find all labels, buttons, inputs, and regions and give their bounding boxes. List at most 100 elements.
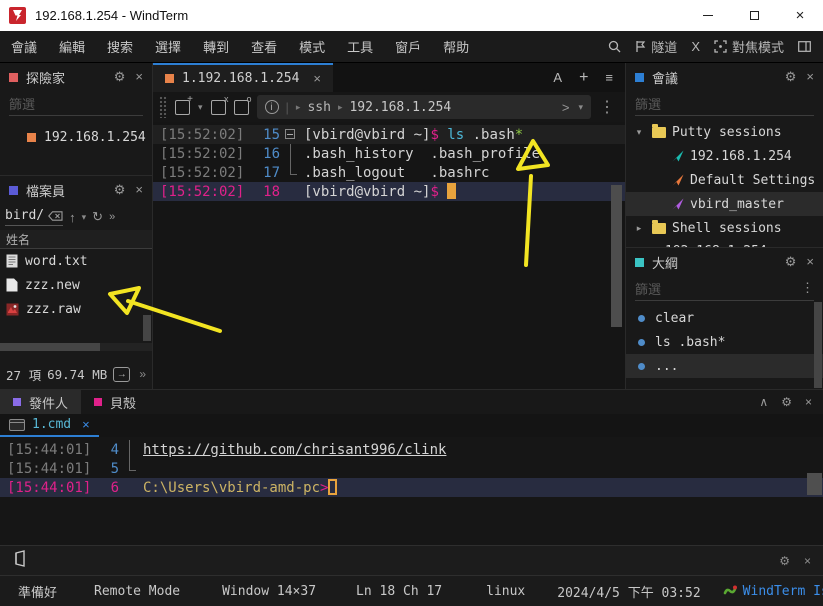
explorer-close-icon[interactable]: ×: [135, 69, 143, 85]
sessions-title: 會議: [652, 68, 678, 87]
tree-item-clipped[interactable]: 192.168.1.254: [626, 240, 823, 248]
filer-settings-icon[interactable]: ⚙: [114, 182, 126, 198]
menu-sessions[interactable]: 會議: [0, 37, 48, 56]
host-label[interactable]: 192.168.1.254: [349, 100, 451, 115]
up-directory-icon[interactable]: ↑: [69, 210, 76, 225]
reopen-session-icon[interactable]: [234, 100, 249, 115]
outline-item-selected[interactable]: ...: [626, 354, 823, 378]
filer-overflow-icon[interactable]: »: [109, 211, 115, 223]
sessions-settings-icon[interactable]: ⚙: [785, 69, 797, 85]
fold-collapse-icon[interactable]: [285, 129, 295, 139]
file-row-word-txt[interactable]: word.txt: [0, 249, 152, 273]
font-size-button[interactable]: A: [553, 70, 562, 85]
filer-path-input[interactable]: bird/: [5, 208, 63, 226]
tree-group-putty[interactable]: ▾ Putty sessions: [626, 120, 823, 144]
explorer-host-item[interactable]: 192.168.1.254: [0, 125, 152, 149]
tree-item-session[interactable]: 192.168.1.254: [626, 144, 823, 168]
minimize-button[interactable]: [685, 0, 731, 31]
outline-filter-input[interactable]: 篩選: [635, 279, 661, 298]
tab-sender[interactable]: 發件人: [0, 390, 81, 414]
explorer-filter-input[interactable]: 篩選: [9, 91, 143, 116]
address-bar[interactable]: i | ▸ ssh ▸ 192.168.1.254 > ▾: [257, 95, 591, 119]
outline-item[interactable]: clear: [626, 306, 823, 330]
status-window-size[interactable]: Window 14×37: [222, 584, 316, 599]
quickstrip-settings-icon[interactable]: ⚙: [779, 554, 790, 568]
tree-item-session-selected[interactable]: vbird_master: [626, 192, 823, 216]
xterm-button[interactable]: X: [691, 39, 700, 54]
maximize-button[interactable]: [731, 0, 777, 31]
cmd-tab-bar: 1.cmd ×: [0, 414, 823, 437]
focus-mode-button[interactable]: 對焦模式: [714, 37, 784, 56]
tunnel-button[interactable]: 隧道: [635, 37, 677, 56]
tab-shell[interactable]: 貝殼: [81, 390, 149, 414]
windterm-issues-link[interactable]: WindTerm Issues: [723, 583, 823, 599]
status-system[interactable]: linux: [486, 584, 525, 599]
backspace-icon[interactable]: [48, 211, 63, 221]
menu-view[interactable]: 查看: [240, 37, 288, 56]
close-button[interactable]: ×: [777, 0, 823, 31]
bottom-settings-icon[interactable]: ⚙: [781, 395, 792, 409]
outline-item[interactable]: ls .bash*: [626, 330, 823, 354]
status-cursor-position[interactable]: Ln 18 Ch 17: [356, 584, 442, 599]
outline-settings-icon[interactable]: ⚙: [785, 254, 797, 270]
new-session-icon[interactable]: [175, 100, 190, 115]
toolbar-more-icon[interactable]: ⋮: [599, 97, 619, 117]
collapse-panel-icon[interactable]: ∧: [759, 395, 768, 409]
menu-select[interactable]: 選擇: [144, 37, 192, 56]
menu-search[interactable]: 搜索: [96, 37, 144, 56]
menu-window[interactable]: 窗戶: [384, 37, 432, 56]
protocol-label[interactable]: ssh: [307, 100, 330, 115]
filer-close-icon[interactable]: ×: [135, 182, 143, 198]
new-tab-button[interactable]: +: [579, 69, 588, 87]
menu-goto[interactable]: 轉到: [192, 37, 240, 56]
filer-horizontal-scrollbar[interactable]: [0, 343, 152, 351]
cmd-terminal[interactable]: [15:44:01] 4 https://github.com/chrisant…: [0, 437, 823, 497]
path-dropdown-icon[interactable]: ▾: [82, 212, 87, 223]
filer-footer-overflow-icon[interactable]: »: [139, 367, 146, 381]
tree-item-session[interactable]: Default Settings: [626, 168, 823, 192]
new-session-dropdown-icon[interactable]: ▾: [198, 102, 203, 113]
file-row-zzz-new[interactable]: zzz.new: [0, 273, 152, 297]
outline-close-icon[interactable]: ×: [806, 254, 814, 270]
tab-close-icon[interactable]: ×: [313, 71, 321, 86]
menu-edit[interactable]: 編輯: [48, 37, 96, 56]
file-row-zzz-raw[interactable]: zzz.raw: [0, 297, 152, 321]
search-icon[interactable]: [608, 40, 621, 53]
filer-name-column-header[interactable]: 姓名: [0, 230, 152, 249]
outline-more-icon[interactable]: ⋮: [801, 280, 814, 296]
layout-icon[interactable]: [798, 41, 811, 52]
menu-mode[interactable]: 模式: [288, 37, 336, 56]
github-link[interactable]: https://github.com/chrisant996/clink: [143, 442, 446, 458]
tab-cmd-session[interactable]: 1.cmd ×: [0, 414, 99, 437]
right-sidebar: 會議 ⚙ × 篩選 ▾ Putty sessions 192.168.1.254: [626, 63, 823, 389]
toolbar-drag-handle[interactable]: [159, 96, 167, 118]
cmd-scrollbar[interactable]: [807, 473, 822, 495]
door-icon[interactable]: [12, 550, 27, 572]
cmd-tab-close-icon[interactable]: ×: [82, 417, 90, 432]
image-file-icon: [6, 303, 19, 316]
ssh-terminal[interactable]: [15:52:02] 15 [vbird@vbird ~]$ ls .bash*…: [153, 122, 625, 389]
info-icon[interactable]: i: [265, 100, 279, 114]
quickstrip-close-icon[interactable]: ×: [804, 554, 811, 568]
status-mode[interactable]: Remote Mode: [94, 584, 180, 599]
refresh-icon[interactable]: ↻: [92, 209, 103, 225]
menu-tools[interactable]: 工具: [336, 37, 384, 56]
tab-ssh-session[interactable]: 1.192.168.1.254 ×: [153, 63, 333, 92]
tree-group-shell[interactable]: ▸ Shell sessions: [626, 216, 823, 240]
tab-list-icon[interactable]: ≡: [605, 70, 613, 85]
terminal-scrollbar[interactable]: [611, 185, 622, 327]
open-location-icon[interactable]: →: [113, 367, 130, 382]
sessions-filter-input[interactable]: 篩選: [635, 91, 814, 116]
outline-scrollbar[interactable]: [814, 302, 822, 388]
chevron-right-icon[interactable]: ▸: [632, 223, 646, 234]
sessions-close-icon[interactable]: ×: [806, 69, 814, 85]
address-dropdown-icon[interactable]: ▾: [578, 102, 583, 113]
close-session-icon[interactable]: [211, 100, 226, 115]
chevron-down-icon[interactable]: ▾: [632, 127, 646, 138]
go-icon[interactable]: >: [562, 100, 570, 115]
menu-help[interactable]: 帮助: [432, 37, 480, 56]
filer-panel-icon: [9, 186, 18, 195]
filer-vertical-scrollbar[interactable]: [143, 315, 151, 341]
explorer-settings-icon[interactable]: ⚙: [114, 69, 126, 85]
bottom-close-icon[interactable]: ×: [805, 395, 812, 409]
